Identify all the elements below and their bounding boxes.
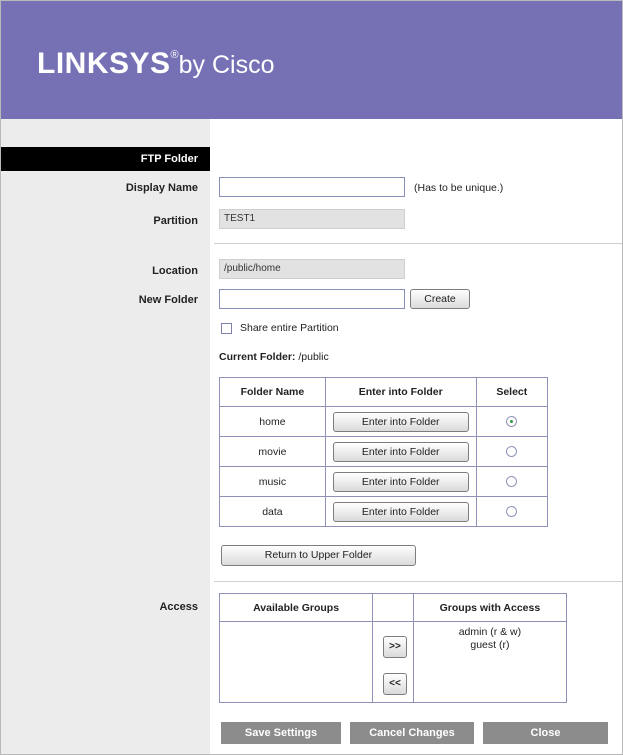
- divider: [214, 243, 622, 244]
- enter-folder-button-movie[interactable]: Enter into Folder: [332, 441, 469, 462]
- folder-table: Folder Name Enter into Folder Select hom…: [219, 377, 549, 527]
- partition-field: TEST1: [219, 209, 405, 229]
- enter-folder-cell: Enter into Folder: [324, 496, 477, 527]
- share-partition-checkbox[interactable]: [221, 323, 232, 334]
- select-radio-music[interactable]: [506, 476, 518, 488]
- share-partition-label: Share entire Partition: [240, 322, 339, 334]
- current-folder-label: Current Folder:: [219, 351, 296, 363]
- location-label: Location: [152, 265, 198, 277]
- display-name-hint: (Has to be unique.): [414, 182, 504, 194]
- table-row: movie Enter into Folder: [219, 436, 549, 467]
- enter-folder-cell: Enter into Folder: [324, 436, 477, 467]
- header-select: Select: [475, 377, 549, 407]
- select-cell: [475, 406, 549, 437]
- table-row: data Enter into Folder: [219, 496, 549, 527]
- enter-folder-cell: Enter into Folder: [324, 406, 477, 437]
- select-cell: [475, 466, 549, 497]
- remove-group-button[interactable]: <<: [383, 673, 407, 695]
- divider: [214, 581, 622, 582]
- logo-byline: by Cisco: [178, 51, 275, 79]
- select-cell: [475, 436, 549, 467]
- available-groups-list[interactable]: [218, 621, 374, 703]
- return-upper-folder-button[interactable]: Return to Upper Folder: [221, 545, 416, 566]
- new-folder-label: New Folder: [138, 294, 198, 306]
- folder-table-header: Folder Name Enter into Folder Select: [219, 377, 549, 407]
- partition-label: Partition: [153, 215, 198, 227]
- linksys-logo: LINKSYS®by Cisco: [37, 47, 275, 81]
- enter-folder-button-data[interactable]: Enter into Folder: [332, 501, 469, 522]
- display-name-label: Display Name: [125, 182, 198, 194]
- select-radio-movie[interactable]: [506, 446, 518, 458]
- groups-with-access-header: Groups with Access: [412, 593, 568, 622]
- create-button[interactable]: Create: [410, 289, 470, 309]
- enter-folder-button-music[interactable]: Enter into Folder: [332, 471, 469, 492]
- list-item[interactable]: guest (r): [414, 639, 566, 652]
- list-item[interactable]: admin (r & w): [414, 626, 566, 639]
- select-cell: [475, 496, 549, 527]
- groups-with-access-list[interactable]: admin (r & w) guest (r): [412, 621, 568, 703]
- new-folder-input[interactable]: [219, 289, 405, 309]
- header-folder-name: Folder Name: [219, 377, 326, 407]
- enter-folder-cell: Enter into Folder: [324, 466, 477, 497]
- select-radio-home[interactable]: [506, 416, 518, 428]
- header-enter-folder: Enter into Folder: [324, 377, 477, 407]
- cancel-changes-button[interactable]: Cancel Changes: [350, 722, 474, 744]
- current-folder: Current Folder: /public: [219, 351, 329, 363]
- logo-registered-mark: ®: [170, 49, 179, 61]
- table-row: music Enter into Folder: [219, 466, 549, 497]
- access-label: Access: [159, 601, 198, 613]
- logo-brand: LINKSYS: [37, 47, 171, 80]
- folder-name-cell: music: [219, 466, 326, 497]
- add-group-button[interactable]: >>: [383, 636, 407, 658]
- save-settings-button[interactable]: Save Settings: [221, 722, 341, 744]
- enter-folder-button-home[interactable]: Enter into Folder: [332, 411, 469, 432]
- section-title: FTP Folder: [1, 147, 210, 171]
- folder-name-cell: data: [219, 496, 326, 527]
- header-banner: LINKSYS®by Cisco: [1, 1, 622, 119]
- table-row: home Enter into Folder: [219, 406, 549, 437]
- folder-name-cell: home: [219, 406, 326, 437]
- location-field: /public/home: [219, 259, 405, 279]
- available-groups-header: Available Groups: [218, 593, 374, 622]
- close-button[interactable]: Close: [483, 722, 608, 744]
- folder-name-cell: movie: [219, 436, 326, 467]
- display-name-input[interactable]: [219, 177, 405, 197]
- access-spacer-header: [372, 593, 414, 622]
- current-folder-value: /public: [298, 351, 329, 363]
- select-radio-data[interactable]: [506, 506, 518, 518]
